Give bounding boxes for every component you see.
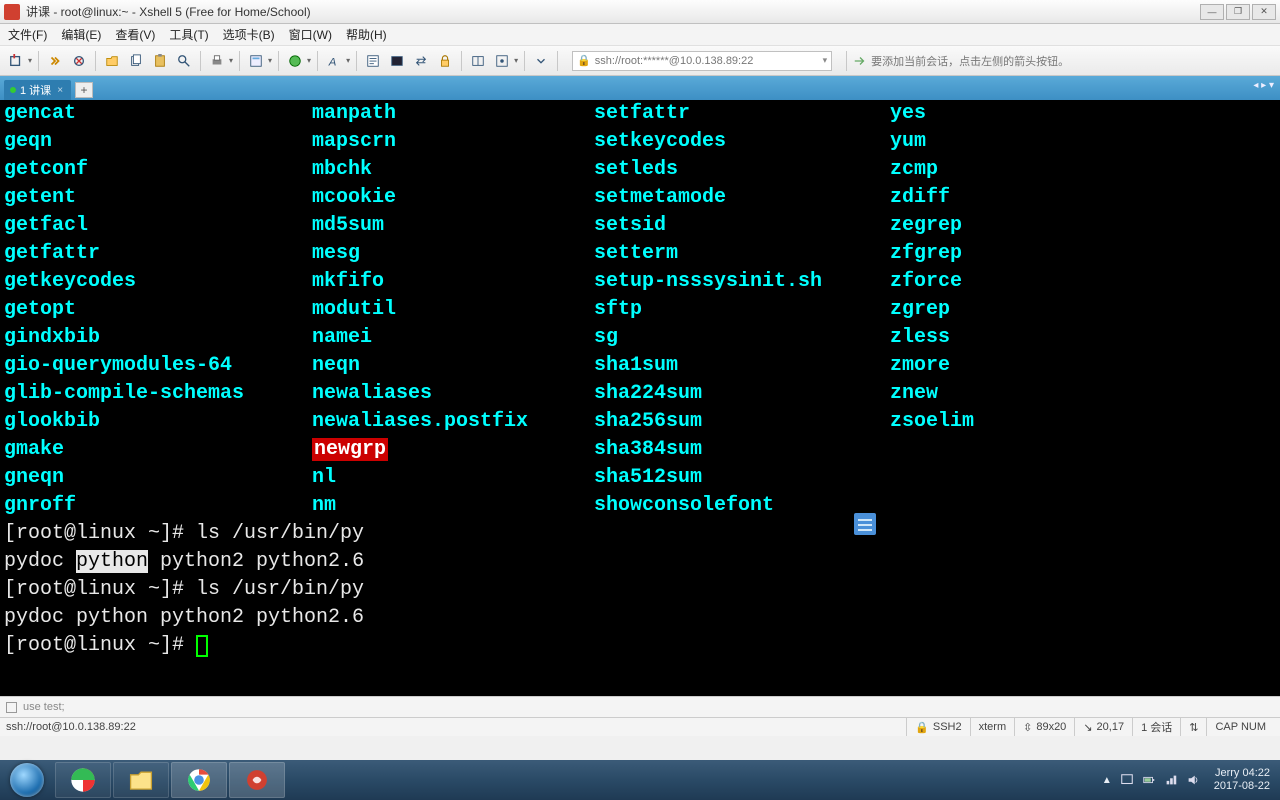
dropdown-icon[interactable]: ▾ — [307, 56, 311, 65]
menu-view[interactable]: 查看(V) — [115, 26, 155, 43]
tab-status-icon — [10, 87, 16, 93]
open-icon[interactable] — [102, 51, 122, 71]
taskbar-app[interactable] — [55, 762, 111, 798]
status-updown-icon[interactable]: ⇅ — [1180, 718, 1206, 736]
terminal-line: pydoc python python2 python2.6 — [4, 604, 1276, 632]
compose-bar: use test; — [0, 696, 1280, 718]
menu-tabs[interactable]: 选项卡(B) — [223, 26, 275, 43]
add-session-arrow-icon[interactable] — [853, 54, 867, 68]
address-dropdown-icon[interactable]: ▾ — [823, 55, 828, 66]
compose-checkbox[interactable] — [6, 702, 17, 713]
terminal-line: [root@linux ~]# ls /usr/bin/py — [4, 576, 1276, 604]
status-bar: ssh://root@10.0.138.89:22 🔒SSH2 xterm ⇳ … — [0, 718, 1280, 736]
tip-text: 要添加当前会话，点击左侧的箭头按钮。 — [871, 53, 1069, 69]
lock-small-icon: 🔒 — [577, 54, 591, 67]
paste-icon[interactable] — [150, 51, 170, 71]
layout-icon[interactable] — [468, 51, 488, 71]
tip-area: 要添加当前会话，点击左侧的箭头按钮。 — [853, 53, 1069, 69]
properties-icon[interactable] — [246, 51, 266, 71]
copy-icon[interactable] — [126, 51, 146, 71]
find-icon[interactable] — [174, 51, 194, 71]
tray-clock[interactable]: Jerry 04:22 2017-08-22 — [1208, 767, 1276, 793]
status-term-type: xterm — [970, 718, 1015, 736]
app-icon — [4, 4, 20, 20]
fullscreen-icon[interactable] — [492, 51, 512, 71]
text-widget-icon[interactable] — [854, 513, 876, 535]
terminal-line: [root@linux ~]# ls /usr/bin/py — [4, 520, 1276, 548]
tray-volume-icon[interactable] — [1186, 773, 1200, 787]
status-protocol: 🔒SSH2 — [906, 718, 969, 736]
menu-bar: 文件(F) 编辑(E) 查看(V) 工具(T) 选项卡(B) 窗口(W) 帮助(… — [0, 24, 1280, 46]
dropdown-icon[interactable]: ▾ — [346, 56, 350, 65]
status-size: ⇳ 89x20 — [1014, 718, 1074, 736]
tray-network-icon[interactable] — [1164, 773, 1178, 787]
menu-tools[interactable]: 工具(T) — [169, 26, 208, 43]
address-text: ssh://root:******@10.0.138.89:22 — [595, 55, 754, 67]
disconnect-icon[interactable] — [69, 51, 89, 71]
script-icon[interactable] — [363, 51, 383, 71]
windows-orb-icon — [10, 763, 44, 797]
dropdown-icon[interactable]: ▾ — [229, 56, 233, 65]
status-sessions: 1 会话 — [1132, 718, 1180, 736]
taskbar-xshell[interactable] — [229, 762, 285, 798]
tab-close-icon[interactable]: × — [57, 85, 63, 96]
taskbar-chrome[interactable] — [171, 762, 227, 798]
print-icon[interactable] — [207, 51, 227, 71]
compose-text[interactable]: use test; — [23, 701, 65, 713]
toolbar: ▾ ▾ ▾ ▾ A ▾ ▾ 🔒 ssh://root:******@10.0.13… — [0, 46, 1280, 76]
window-title: 讲课 - root@linux:~ - Xshell 5 (Free for H… — [26, 3, 1200, 20]
status-cursor-pos: ↘ 20,17 — [1074, 718, 1132, 736]
menu-window[interactable]: 窗口(W) — [289, 26, 332, 43]
new-tab-button[interactable]: + — [75, 82, 93, 98]
tray-battery-icon[interactable] — [1142, 773, 1156, 787]
maximize-button[interactable]: ❐ — [1226, 4, 1250, 20]
session-tab[interactable]: 1 讲课 × — [4, 80, 71, 100]
dropdown-icon[interactable]: ▾ — [28, 56, 32, 65]
dropdown-icon[interactable]: ▾ — [268, 56, 272, 65]
tab-bar: 1 讲课 × + ◂ ▸ ▾ — [0, 76, 1280, 100]
terminal[interactable]: gencat geqn getconf getent getfacl getfa… — [0, 100, 1280, 696]
reconnect-icon[interactable] — [45, 51, 65, 71]
window-buttons: — ❐ ✕ — [1200, 4, 1276, 20]
taskbar: ▲ Jerry 04:22 2017-08-22 — [0, 760, 1280, 800]
menu-file[interactable]: 文件(F) — [8, 26, 47, 43]
status-capsnum: CAP NUM — [1206, 718, 1274, 736]
tab-nav-arrows[interactable]: ◂ ▸ ▾ — [1253, 80, 1274, 91]
close-button[interactable]: ✕ — [1252, 4, 1276, 20]
system-tray: ▲ Jerry 04:22 2017-08-22 — [1102, 767, 1280, 793]
status-connection: ssh://root@10.0.138.89:22 — [6, 721, 906, 733]
globe-icon[interactable] — [285, 51, 305, 71]
tab-label: 1 讲课 — [20, 82, 51, 98]
transfer-icon[interactable] — [411, 51, 431, 71]
new-session-icon[interactable] — [6, 51, 26, 71]
menu-help[interactable]: 帮助(H) — [346, 26, 387, 43]
tray-show-hidden-icon[interactable]: ▲ — [1102, 775, 1112, 786]
menu-edit[interactable]: 编辑(E) — [61, 26, 101, 43]
title-bar: 讲课 - root@linux:~ - Xshell 5 (Free for H… — [0, 0, 1280, 24]
svg-text:A: A — [328, 56, 337, 68]
minimize-button[interactable]: — — [1200, 4, 1224, 20]
cursor — [196, 635, 208, 657]
address-bar[interactable]: 🔒 ssh://root:******@10.0.138.89:22 ▾ — [572, 51, 832, 71]
terminal-line: pydoc python python2 python2.6 — [4, 548, 1276, 576]
lock-tiny-icon: 🔒 — [915, 721, 929, 734]
taskbar-explorer[interactable] — [113, 762, 169, 798]
dropdown-icon[interactable]: ▾ — [514, 56, 518, 65]
start-button[interactable] — [0, 760, 54, 800]
more-icon[interactable] — [531, 51, 551, 71]
font-icon[interactable]: A — [324, 51, 344, 71]
terminal-icon[interactable] — [387, 51, 407, 71]
terminal-prompt: [root@linux ~]# — [4, 632, 1276, 660]
lock-icon[interactable] — [435, 51, 455, 71]
tray-action-center-icon[interactable] — [1120, 773, 1134, 787]
